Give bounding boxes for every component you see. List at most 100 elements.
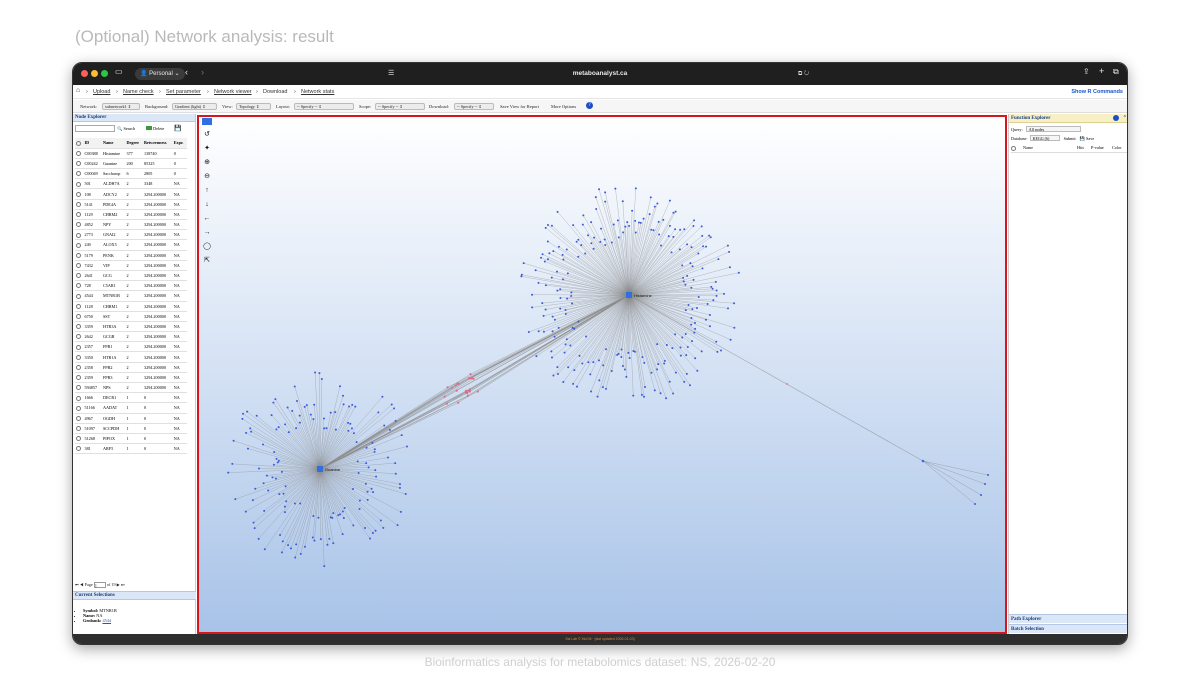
breadcrumb-network-stats[interactable]: Network stats [301, 89, 334, 95]
network-node[interactable] [274, 398, 277, 401]
row-select-radio[interactable] [75, 341, 84, 353]
row-select-radio[interactable] [75, 321, 84, 333]
network-node[interactable] [598, 188, 601, 191]
table-row[interactable]: 3359 HTR3A 2 3294.200000 NA [75, 321, 187, 333]
network-node[interactable] [700, 225, 703, 228]
network-node[interactable] [295, 543, 298, 546]
network-node[interactable] [383, 424, 386, 427]
network-node[interactable] [541, 253, 544, 256]
row-select-radio[interactable] [75, 362, 84, 373]
network-node[interactable] [632, 394, 635, 397]
network-node[interactable] [323, 427, 326, 430]
network-node[interactable] [621, 365, 624, 368]
network-node[interactable] [323, 565, 326, 568]
reset-icon[interactable]: ↺ [202, 130, 212, 140]
network-node[interactable] [634, 187, 637, 190]
network-node[interactable] [715, 294, 718, 297]
network-node[interactable] [649, 196, 652, 199]
network-node[interactable] [388, 428, 391, 431]
network-node[interactable] [556, 289, 559, 292]
network-node[interactable] [234, 498, 237, 501]
network-node[interactable] [671, 347, 674, 350]
network-node[interactable] [370, 487, 373, 490]
network-node[interactable] [445, 402, 448, 405]
network-node[interactable] [728, 250, 731, 253]
network-node[interactable] [555, 270, 558, 273]
network-node[interactable] [299, 552, 302, 555]
network-node[interactable] [581, 223, 584, 226]
page-number-input[interactable]: 1 [93, 582, 106, 589]
table-row[interactable]: 7432 VIP 2 3294.200000 NA [75, 260, 187, 271]
row-select-radio[interactable] [75, 168, 84, 180]
layout-tool-icon[interactable]: ✦ [202, 144, 212, 154]
network-node[interactable] [694, 321, 697, 324]
network-node[interactable] [273, 451, 276, 454]
network-node[interactable] [628, 357, 631, 360]
network-node[interactable] [715, 289, 718, 292]
table-row[interactable]: 4544 MTNR1B 2 3294.200000 NA [75, 290, 187, 302]
table-row[interactable]: 2642 GCGR 2 3294.200000 NA [75, 331, 187, 343]
network-node[interactable] [367, 466, 370, 469]
network-node[interactable] [604, 387, 607, 390]
network-node[interactable] [303, 405, 306, 408]
network-node[interactable] [347, 421, 350, 424]
network-node[interactable] [604, 243, 607, 246]
network-node[interactable] [334, 428, 337, 431]
network-node[interactable] [284, 485, 287, 488]
network-node[interactable] [251, 499, 254, 502]
save-icon[interactable]: 💾 [174, 125, 181, 132]
zoom-in-icon[interactable]: ⊕ [202, 158, 212, 168]
breadcrumb-set-parameter[interactable]: Set parameter [166, 89, 201, 95]
network-node[interactable] [553, 318, 556, 321]
network-node[interactable] [329, 411, 332, 414]
network-node[interactable] [610, 369, 613, 372]
hub-node-histamine[interactable] [626, 292, 632, 298]
network-node[interactable] [622, 231, 625, 234]
network-node[interactable] [682, 280, 685, 283]
network-node[interactable] [464, 389, 468, 392]
network-node[interactable] [305, 404, 308, 407]
network-node[interactable] [283, 505, 286, 508]
network-node[interactable] [672, 235, 675, 238]
network-node[interactable] [352, 524, 355, 527]
network-node[interactable] [542, 314, 545, 317]
genbank-link[interactable]: 4544 [102, 618, 111, 623]
network-node[interactable] [295, 427, 298, 430]
network-node[interactable] [668, 224, 671, 227]
network-node[interactable] [446, 386, 449, 389]
network-node[interactable] [564, 343, 567, 346]
table-row[interactable]: 4852 NPY 2 3294.200000 NA [75, 219, 187, 231]
network-node[interactable] [285, 500, 288, 503]
network-node[interactable] [642, 217, 645, 220]
network-node[interactable] [668, 380, 671, 383]
network-node[interactable] [592, 247, 595, 250]
breadcrumb-network-viewer[interactable]: Network viewer [214, 89, 252, 95]
network-node[interactable] [317, 516, 320, 519]
network-node[interactable] [572, 224, 575, 227]
network-node[interactable] [404, 493, 407, 496]
function-column-hits[interactable]: Hits [1077, 145, 1084, 150]
network-node[interactable] [692, 225, 695, 228]
network-node[interactable] [578, 354, 581, 357]
network-node[interactable] [581, 362, 584, 365]
network-node[interactable] [466, 391, 469, 395]
network-node[interactable] [257, 537, 260, 540]
network-node[interactable] [570, 295, 573, 298]
network-node[interactable] [365, 446, 368, 449]
table-row[interactable]: 2641 GCG 2 3294.200000 NA [75, 270, 187, 282]
network-node[interactable] [563, 351, 566, 354]
function-help-icon[interactable] [1113, 115, 1119, 121]
network-node[interactable] [267, 489, 270, 492]
network-node[interactable] [270, 414, 273, 417]
network-node[interactable] [262, 482, 265, 485]
network-node[interactable] [557, 245, 560, 248]
network-node[interactable] [400, 434, 403, 437]
network-node[interactable] [298, 421, 301, 424]
network-node[interactable] [366, 490, 369, 493]
network-node[interactable] [729, 338, 732, 341]
network-node[interactable] [604, 348, 607, 351]
network-node[interactable] [690, 317, 693, 320]
save-view-button[interactable]: Save View for Report [500, 104, 539, 109]
network-node[interactable] [546, 240, 549, 243]
network-node[interactable] [280, 470, 283, 473]
